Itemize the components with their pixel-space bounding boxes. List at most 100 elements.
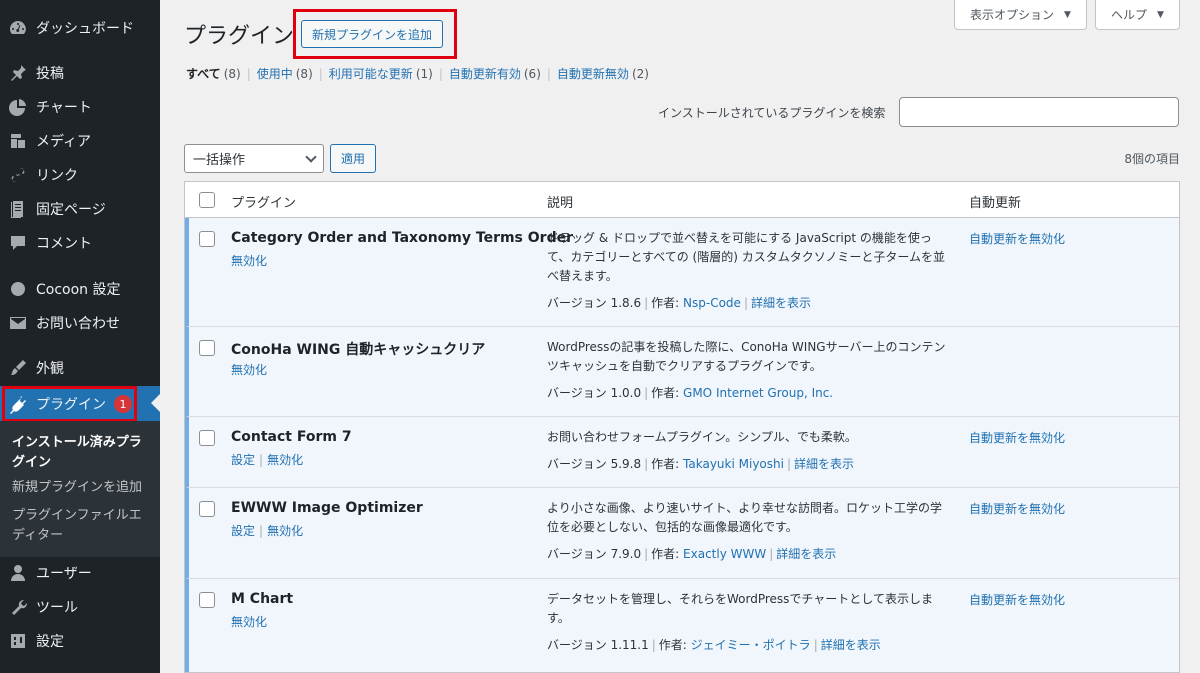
deactivate-link[interactable]: 無効化 — [267, 453, 303, 467]
sidebar-item-label: コメント — [36, 236, 92, 252]
bulk-action-select[interactable]: 一括操作 — [184, 144, 324, 173]
row-checkbox[interactable] — [199, 501, 215, 517]
row-actions: 設定 | 無効化 — [231, 524, 304, 538]
filter-auto-update-disabled[interactable]: 自動更新無効 — [557, 65, 629, 82]
sidebar-item-settings[interactable]: 設定 — [0, 624, 160, 658]
row-actions: 設定 | 無効化 — [231, 453, 304, 467]
plugins-table: プラグイン 説明 自動更新 Category Order and Taxonom… — [184, 181, 1180, 673]
column-header-plugin: プラグイン — [231, 196, 297, 211]
plugin-version: バージョン 1.8.6 — [547, 296, 642, 310]
filter-all[interactable]: すべて — [186, 65, 221, 82]
comment-icon — [0, 233, 36, 253]
view-details-link[interactable]: 詳細を表示 — [751, 296, 811, 310]
pie-chart-icon — [0, 97, 36, 117]
filter-update-available[interactable]: 利用可能な更新 — [329, 65, 413, 82]
plugin-meta: バージョン 1.0.0 | 作者: GMO Internet Group, Inc. — [547, 386, 834, 400]
sidebar-item-media[interactable]: メディア — [0, 124, 160, 158]
sidebar-item-pages[interactable]: 固定ページ — [0, 192, 160, 226]
caret-down-icon: ▼ — [1064, 9, 1071, 20]
separator: | — [546, 66, 551, 81]
view-details-link[interactable]: 詳細を表示 — [821, 638, 881, 652]
plugin-search-input[interactable] — [899, 97, 1179, 127]
search-label: インストールされているプラグインを検索 — [658, 106, 886, 120]
submenu-plugin-file-editor[interactable]: プラグインファイルエディター — [12, 506, 152, 546]
submenu-add-new-plugin[interactable]: 新規プラグインを追加 — [12, 478, 152, 498]
filter-count: (8) — [295, 66, 313, 81]
sidebar-item-label: メディア — [36, 134, 92, 150]
settings-link[interactable]: 設定 — [231, 524, 255, 538]
media-icon — [0, 131, 36, 151]
settings-link[interactable]: 設定 — [231, 453, 255, 467]
page-icon — [0, 199, 36, 219]
disable-auto-update-link[interactable]: 自動更新を無効化 — [969, 500, 1065, 517]
author-link[interactable]: ジェイミー・ポイトラ — [691, 638, 811, 652]
sidebar-item-contact[interactable]: お問い合わせ — [0, 306, 160, 340]
plugin-version: バージョン 1.0.0 — [547, 386, 642, 400]
chevron-down-icon — [305, 151, 317, 163]
row-checkbox[interactable] — [199, 430, 215, 446]
sidebar-item-label: 投稿 — [36, 66, 64, 82]
highlight-box — [2, 386, 137, 422]
wrench-icon — [0, 597, 36, 617]
author-link[interactable]: GMO Internet Group, Inc. — [683, 386, 833, 400]
view-details-link[interactable]: 詳細を表示 — [794, 457, 854, 471]
row-checkbox[interactable] — [199, 231, 215, 247]
author-label: 作者: — [651, 296, 680, 310]
separator: | — [438, 66, 443, 81]
sidebar-item-chart[interactable]: チャート — [0, 90, 160, 124]
filter-auto-update-enabled[interactable]: 自動更新有効 — [449, 65, 521, 82]
admin-sidebar: ダッシュボード 投稿 チャート メディア リンク 固定ページ コメント Coco… — [0, 0, 160, 673]
row-actions: 無効化 — [231, 361, 267, 378]
deactivate-link[interactable]: 無効化 — [231, 615, 267, 629]
sidebar-item-links[interactable]: リンク — [0, 158, 160, 192]
mail-icon — [0, 313, 36, 333]
sidebar-item-posts[interactable]: 投稿 — [0, 56, 160, 90]
author-link[interactable]: Exactly WWW — [683, 547, 766, 561]
select-all-checkbox[interactable] — [199, 192, 215, 208]
row-checkbox[interactable] — [199, 592, 215, 608]
active-menu-arrow — [151, 394, 160, 412]
sidebar-item-tools[interactable]: ツール — [0, 590, 160, 624]
deactivate-link[interactable]: 無効化 — [231, 254, 267, 268]
disable-auto-update-link[interactable]: 自動更新を無効化 — [969, 230, 1065, 247]
sidebar-item-label: お問い合わせ — [36, 316, 120, 332]
separator: | — [246, 66, 251, 81]
author-link[interactable]: Takayuki Miyoshi — [683, 457, 784, 471]
plugin-meta: バージョン 5.9.8 | 作者: Takayuki Miyoshi | 詳細を表示 — [547, 457, 855, 471]
plugin-meta: バージョン 7.9.0 | 作者: Exactly WWW | 詳細を表示 — [547, 547, 837, 561]
plugin-name: EWWW Image Optimizer — [231, 500, 423, 516]
sidebar-item-label: 設定 — [36, 634, 64, 650]
plugin-name: Contact Form 7 — [231, 429, 352, 445]
sidebar-item-appearance[interactable]: 外観 — [0, 351, 160, 385]
sidebar-item-comments[interactable]: コメント — [0, 226, 160, 260]
caret-down-icon: ▼ — [1157, 9, 1164, 20]
filter-active[interactable]: 使用中 — [257, 65, 293, 82]
screen-options-button[interactable]: 表示オプション ▼ — [954, 0, 1087, 30]
deactivate-link[interactable]: 無効化 — [267, 524, 303, 538]
author-label: 作者: — [658, 638, 687, 652]
author-label: 作者: — [651, 547, 680, 561]
plugins-submenu: インストール済みプラグイン 新規プラグインを追加 プラグインファイルエディター — [0, 421, 160, 557]
row-checkbox[interactable] — [199, 340, 215, 356]
plugin-name: Category Order and Taxonomy Terms Order — [231, 230, 573, 246]
disable-auto-update-link[interactable]: 自動更新を無効化 — [969, 429, 1065, 446]
deactivate-link[interactable]: 無効化 — [231, 363, 267, 377]
author-link[interactable]: Nsp-Code — [683, 296, 741, 310]
user-icon — [0, 563, 36, 583]
disable-auto-update-link[interactable]: 自動更新を無効化 — [969, 591, 1065, 608]
sidebar-item-label: リンク — [36, 168, 78, 184]
column-header-description: 説明 — [547, 196, 574, 211]
table-row: EWWW Image Optimizer 設定 | 無効化 より小さな画像、より速い… — [185, 488, 1179, 579]
view-details-link[interactable]: 詳細を表示 — [776, 547, 836, 561]
sidebar-item-label: チャート — [36, 100, 92, 116]
brush-icon — [0, 358, 36, 378]
sidebar-item-cocoon[interactable]: Cocoon 設定 — [0, 272, 160, 306]
sidebar-item-users[interactable]: ユーザー — [0, 556, 160, 590]
sidebar-item-dashboard[interactable]: ダッシュボード — [0, 11, 160, 45]
submenu-installed-plugins[interactable]: インストール済みプラグイン — [12, 433, 152, 473]
highlight-box — [293, 9, 457, 59]
plugin-meta: バージョン 1.8.6 | 作者: Nsp-Code | 詳細を表示 — [547, 296, 811, 310]
help-button[interactable]: ヘルプ ▼ — [1095, 0, 1180, 30]
row-actions: 無効化 — [231, 613, 267, 630]
apply-button[interactable]: 適用 — [330, 144, 376, 173]
